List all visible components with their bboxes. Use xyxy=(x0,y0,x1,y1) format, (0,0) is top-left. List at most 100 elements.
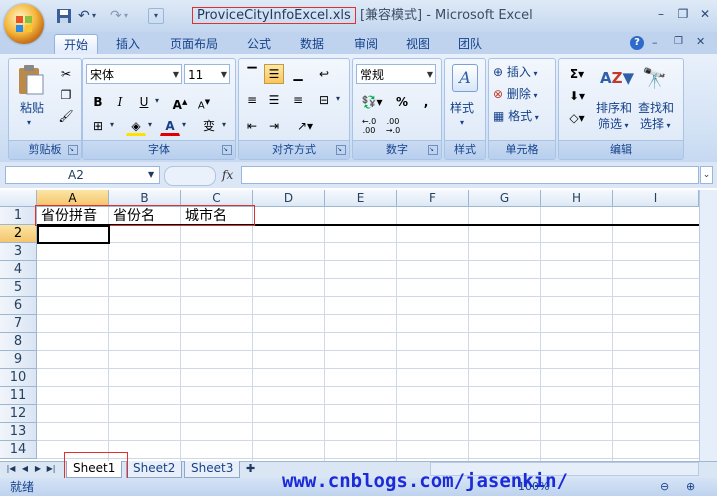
wrap-text-icon[interactable]: ↩ xyxy=(314,64,334,84)
help-icon[interactable]: ? xyxy=(630,36,644,50)
font-launcher-icon[interactable]: ↘ xyxy=(222,145,232,155)
formula-input[interactable] xyxy=(241,166,699,184)
column-header-d[interactable]: D xyxy=(253,190,325,207)
row-header-6[interactable]: 6 xyxy=(0,297,37,315)
tab-formulas[interactable]: 公式 xyxy=(236,34,282,54)
find-select-button[interactable]: 查找和 xyxy=(638,100,674,116)
insert-sheet-icon[interactable]: ✚ xyxy=(246,462,255,475)
prev-sheet-icon[interactable]: ◀ xyxy=(20,462,30,476)
workbook-close-icon[interactable]: ✕ xyxy=(696,35,705,48)
borders-icon[interactable]: ⊞ xyxy=(88,116,108,136)
number-format-select[interactable]: 常规 ▼ xyxy=(356,64,436,84)
borders-dropdown-icon[interactable]: ▾ xyxy=(110,120,114,129)
font-name-select[interactable]: 宋体 ▼ xyxy=(86,64,182,84)
increase-indent-icon[interactable]: ⇥ xyxy=(264,116,284,136)
insert-cells-button[interactable]: ⊕ 插入 ▾ xyxy=(493,64,537,82)
underline-dropdown-icon[interactable]: ▾ xyxy=(155,96,159,105)
sort-filter-button[interactable]: 排序和 xyxy=(596,100,632,116)
minimize-button[interactable]: – xyxy=(652,6,670,22)
sort-filter-icon[interactable]: AZ▼ xyxy=(600,64,634,92)
font-color-dropdown-icon[interactable]: ▾ xyxy=(182,120,186,129)
font-color-icon[interactable]: A xyxy=(160,116,180,136)
fill-icon[interactable]: ⬇▾ xyxy=(564,86,590,106)
number-launcher-icon[interactable]: ↘ xyxy=(428,145,438,155)
redo-dropdown-icon[interactable]: ▾ xyxy=(124,8,140,24)
shrink-font-icon[interactable]: A▼ xyxy=(194,92,214,112)
align-left-icon[interactable]: ≡ xyxy=(242,90,262,110)
zoom-out-icon[interactable]: ⊖ xyxy=(660,480,669,493)
binoculars-icon[interactable]: 🔭 xyxy=(642,64,670,92)
align-top-icon[interactable]: ▔ xyxy=(242,64,262,84)
phonetic-dropdown-icon[interactable]: ▾ xyxy=(222,120,226,129)
comma-style-icon[interactable]: , xyxy=(416,92,436,112)
percent-icon[interactable]: % xyxy=(392,92,412,112)
formula-splitter[interactable] xyxy=(164,166,216,186)
row-header-12[interactable]: 12 xyxy=(0,405,37,423)
align-middle-icon[interactable]: ☰ xyxy=(264,64,284,84)
cut-icon[interactable]: ✂ xyxy=(56,64,76,84)
increase-decimal-icon[interactable]: ←.0.00 xyxy=(358,116,380,136)
bold-icon[interactable]: B xyxy=(88,92,108,112)
column-header-h[interactable]: H xyxy=(541,190,613,207)
sheet-tab-3[interactable]: Sheet3 xyxy=(184,461,241,478)
column-header-f[interactable]: F xyxy=(397,190,469,207)
select-all-corner[interactable] xyxy=(0,190,37,207)
clear-icon[interactable]: ◇▾ xyxy=(564,108,590,128)
font-size-select[interactable]: 11 ▼ xyxy=(184,64,230,84)
italic-icon[interactable]: I xyxy=(110,92,130,112)
paste-dropdown-icon[interactable]: ▾ xyxy=(27,118,31,127)
undo-dropdown-icon[interactable]: ▾ xyxy=(92,8,108,24)
styles-icon[interactable]: A xyxy=(452,64,478,92)
styles-dropdown-icon[interactable]: ▾ xyxy=(460,118,464,127)
alignment-launcher-icon[interactable]: ↘ xyxy=(336,145,346,155)
fill-color-icon[interactable]: ◈ xyxy=(126,116,146,136)
paste-icon[interactable] xyxy=(16,64,46,96)
selected-cell-a2[interactable] xyxy=(37,225,110,244)
sort-filter-button-line2[interactable]: 筛选 ▾ xyxy=(598,116,629,134)
paste-button[interactable]: 粘贴 xyxy=(20,100,44,116)
decrease-indent-icon[interactable]: ⇤ xyxy=(242,116,262,136)
row-header-14[interactable]: 14 xyxy=(0,441,37,459)
row-header-4[interactable]: 4 xyxy=(0,261,37,279)
fill-color-dropdown-icon[interactable]: ▾ xyxy=(148,120,152,129)
row-header-8[interactable]: 8 xyxy=(0,333,37,351)
office-button[interactable] xyxy=(4,4,44,44)
vertical-scrollbar[interactable] xyxy=(699,190,717,461)
insert-function-icon[interactable]: fx xyxy=(222,168,233,182)
clipboard-launcher-icon[interactable]: ↘ xyxy=(68,145,78,155)
accounting-format-icon[interactable]: 💱▾ xyxy=(358,92,386,112)
name-box[interactable]: A2 ▼ xyxy=(5,166,160,184)
tab-view[interactable]: 视图 xyxy=(396,34,440,54)
find-select-button-line2[interactable]: 选择 ▾ xyxy=(640,116,671,134)
column-header-g[interactable]: G xyxy=(469,190,541,207)
phonetic-icon[interactable]: 变 xyxy=(196,116,222,136)
zoom-in-icon[interactable]: ⊕ xyxy=(686,480,695,493)
align-right-icon[interactable]: ≡ xyxy=(288,90,308,110)
tab-review[interactable]: 审阅 xyxy=(344,34,388,54)
tab-team[interactable]: 团队 xyxy=(448,34,492,54)
ribbon-minimize-icon[interactable]: – xyxy=(652,36,658,49)
align-center-icon[interactable]: ☰ xyxy=(264,90,284,110)
ribbon-restore-icon[interactable]: ❐ xyxy=(674,36,683,47)
copy-icon[interactable]: ❐ xyxy=(56,85,76,105)
tab-page-layout[interactable]: 页面布局 xyxy=(162,34,226,54)
merge-center-icon[interactable]: ⊟ xyxy=(314,90,334,110)
row-header-13[interactable]: 13 xyxy=(0,423,37,441)
column-header-i[interactable]: I xyxy=(613,190,699,207)
autosum-icon[interactable]: Σ▾ xyxy=(564,64,590,84)
save-icon[interactable] xyxy=(56,8,72,24)
first-sheet-icon[interactable]: |◀ xyxy=(6,462,16,476)
delete-cells-button[interactable]: ⊗ 删除 ▾ xyxy=(493,86,537,104)
grow-font-icon[interactable]: A▲ xyxy=(170,92,190,112)
close-button[interactable]: ✕ xyxy=(696,6,714,22)
row-header-2[interactable]: 2 xyxy=(0,225,37,243)
tab-data[interactable]: 数据 xyxy=(290,34,334,54)
expand-formula-icon[interactable]: ⌄ xyxy=(700,166,713,184)
row-header-11[interactable]: 11 xyxy=(0,387,37,405)
align-bottom-icon[interactable]: ▁ xyxy=(288,64,308,84)
customize-qat-icon[interactable]: ▾ xyxy=(148,8,164,24)
decrease-decimal-icon[interactable]: .00 →.0 xyxy=(382,116,404,136)
last-sheet-icon[interactable]: ▶| xyxy=(46,462,56,476)
format-cells-button[interactable]: ▦ 格式 ▾ xyxy=(493,108,539,126)
styles-button[interactable]: 样式 xyxy=(450,100,474,116)
